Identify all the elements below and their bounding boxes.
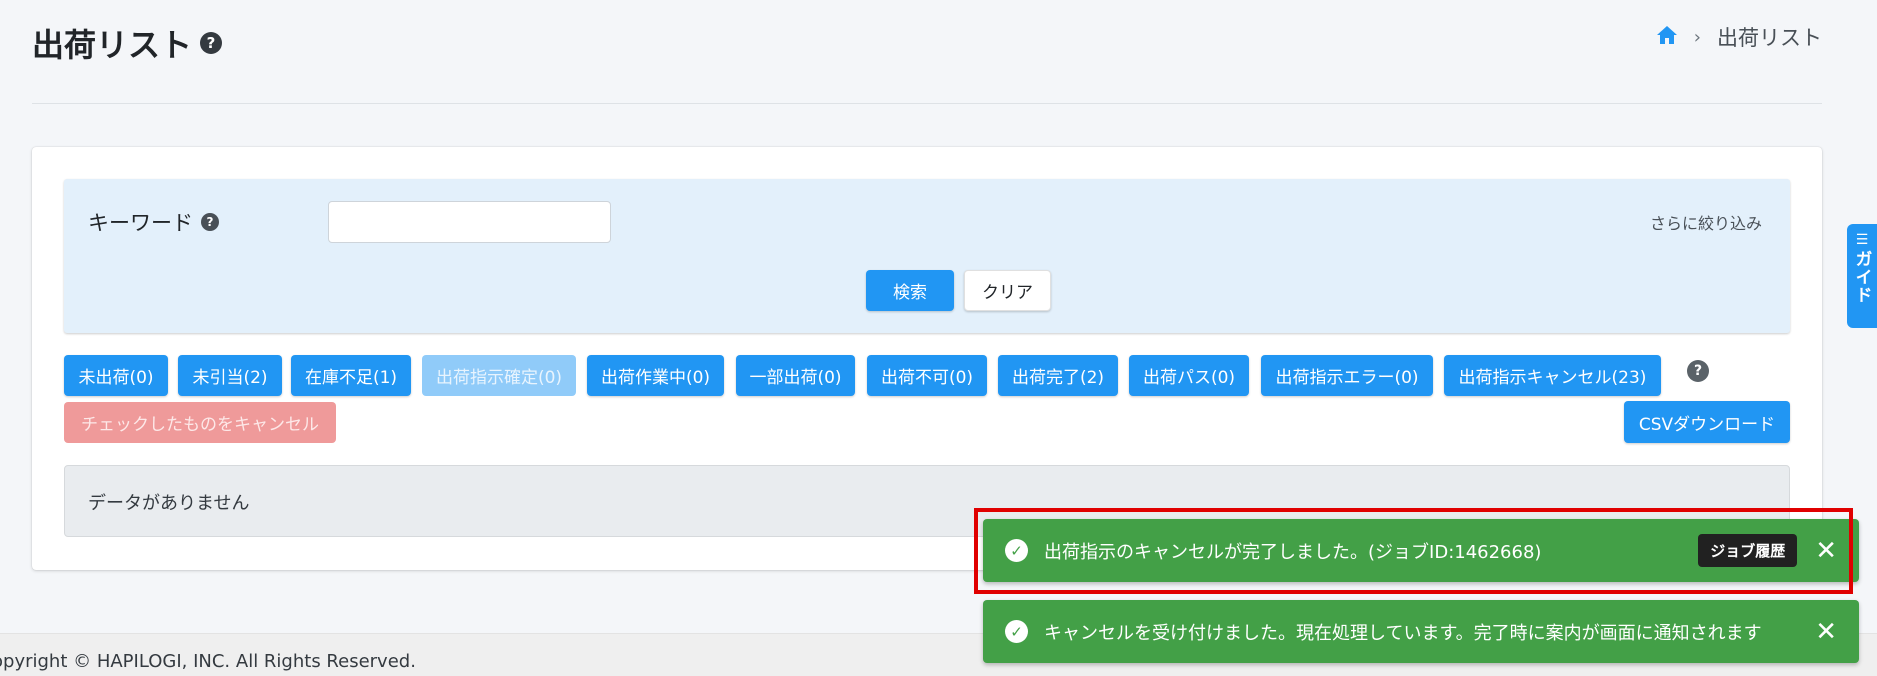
guide-list-icon: ☰ [1855,232,1869,248]
status-button-shipped[interactable]: 出荷完了(2) [998,355,1118,396]
check-circle-icon: ✓ [1005,620,1028,643]
empty-message: データがありません [88,493,250,514]
cancel-checked-button: チェックしたものをキャンセル [64,402,336,443]
search-panel: キーワード ? さらに絞り込み 検索 クリア [64,179,1790,333]
csv-download-button[interactable]: CSVダウンロード [1624,401,1790,443]
page-header: 出荷リスト ? › 出荷リスト [32,16,1822,104]
status-button-not-shippable[interactable]: 出荷不可(0) [867,355,987,396]
toast-cancel-accepted: ✓ キャンセルを受け付けました。現在処理しています。完了時に案内が画面に通知され… [983,600,1859,663]
guide-tab-label: ガイド [1851,250,1872,304]
breadcrumb-current: 出荷リスト [1717,26,1822,50]
keyword-label-text: キーワード [88,211,193,235]
page-title-text: 出荷リスト [32,26,193,64]
search-button[interactable]: 検索 [866,270,954,311]
help-icon[interactable]: ? [200,32,223,54]
breadcrumb-separator: › [1693,26,1701,48]
status-button-instruction-error[interactable]: 出荷指示エラー(0) [1261,355,1433,396]
footer-copyright: opyright © HAPILOGI, INC. All Rights Res… [0,651,416,672]
status-button-out-of-stock[interactable]: 在庫不足(1) [291,355,411,396]
guide-tab[interactable]: ☰ ガイド [1847,224,1877,328]
status-button-pass[interactable]: 出荷パス(0) [1129,355,1249,396]
keyword-input[interactable] [328,201,611,243]
status-help-icon[interactable]: ? [1687,360,1709,382]
status-button-partial[interactable]: 一部出荷(0) [736,355,855,396]
status-button-unallocated[interactable]: 未引当(2) [178,355,282,396]
page-title: 出荷リスト ? [32,20,223,66]
toast-message: キャンセルを受け付けました。現在処理しています。完了時に案内が画面に通知されます [1044,622,1762,644]
highlight-box [974,508,1853,594]
close-icon[interactable]: ✕ [1815,619,1837,645]
status-button-unshipped[interactable]: 未出荷(0) [64,355,168,396]
main-card: キーワード ? さらに絞り込み 検索 クリア 未出荷(0) 未引当(2) 在庫不… [32,147,1822,570]
status-button-instruction-cancel[interactable]: 出荷指示キャンセル(23) [1444,355,1661,396]
keyword-help-icon[interactable]: ? [201,213,219,231]
status-button-instruction-confirmed: 出荷指示確定(0) [422,355,576,396]
clear-button[interactable]: クリア [964,270,1051,311]
breadcrumb: › 出荷リスト [1656,22,1822,52]
more-filter-link[interactable]: さらに絞り込み [1650,210,1762,234]
keyword-label: キーワード ? [88,207,219,237]
status-button-in-progress[interactable]: 出荷作業中(0) [587,355,724,396]
home-icon[interactable] [1656,25,1678,50]
